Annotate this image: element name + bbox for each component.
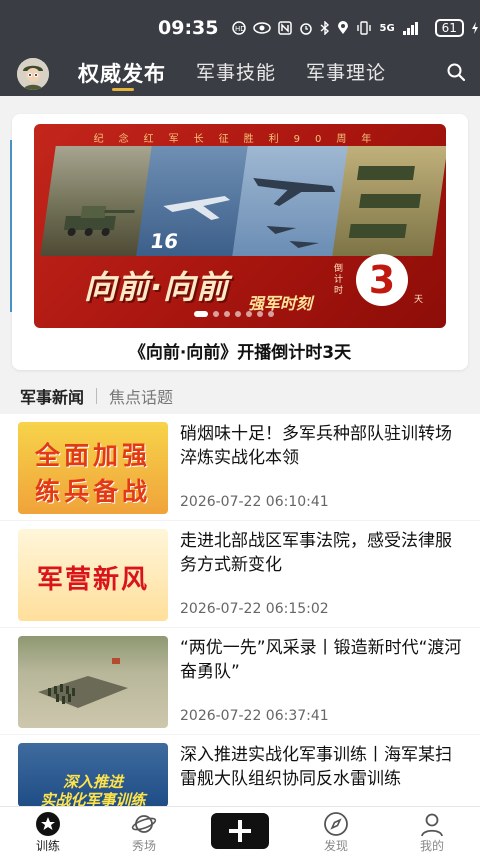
nav-label: 我的 (419, 839, 444, 853)
news-thumbnail (18, 636, 168, 728)
avatar[interactable] (17, 58, 49, 90)
news-title: 走进北部战区军事法院，感受法律服务方式新变化 (180, 531, 452, 575)
soldiers-formation-image (38, 658, 128, 708)
nav-label: 训练 (35, 839, 60, 853)
nav-mine[interactable]: 我的 (384, 807, 480, 854)
news-item[interactable]: 深入推进 实战化军事训练 深入推进实战化军事训练丨海军某扫雷舰大队组织协同反水雷… (0, 735, 480, 807)
thumbnail-text: 练兵备战 (34, 477, 151, 506)
news-thumbnail: 全面加强 练兵备战 (18, 422, 168, 514)
banner-countdown-number: 3 (356, 254, 408, 306)
news-date: 2026-07-22 06:10:41 (180, 494, 329, 510)
nav-showcase[interactable]: 秀场 (96, 807, 192, 854)
star-badge-icon (36, 812, 60, 836)
vibrate-icon (357, 21, 372, 35)
nav-publish[interactable] (192, 807, 288, 854)
thumbnail-text: 全面加强 (34, 441, 151, 470)
svg-text:16: 16 (149, 229, 180, 253)
banner-top-line: 纪念红军长征胜利90周年 (93, 134, 387, 145)
carousel-dots (194, 311, 274, 317)
person-icon (421, 813, 443, 837)
carousel-dot[interactable] (268, 311, 274, 317)
news-item[interactable]: “两优一先”风采录丨锻造新时代“渡河奋勇队” 2026-07-22 06:37:… (0, 628, 480, 734)
banner-image[interactable]: 纪念红军长征胜利90周年 16 向前·向前 强军时刻 倒计时 3 天 (34, 124, 446, 328)
carousel-dot[interactable] (257, 311, 263, 317)
news-title: 深入推进实战化军事训练丨海军某扫雷舰大队组织协同反水雷训练 (180, 745, 452, 789)
news-date: 2026-07-22 06:15:02 (180, 601, 329, 617)
eye-icon (253, 22, 272, 34)
carousel-dot[interactable] (235, 311, 241, 317)
news-thumbnail: 深入推进 实战化军事训练 (18, 743, 168, 807)
news-title: “两优一先”风采录丨锻造新时代“渡河奋勇队” (180, 638, 462, 682)
nav-discover[interactable]: 发现 (288, 807, 384, 854)
header: 权威发布 军事技能 军事理论 (0, 56, 480, 96)
svg-text:HD: HD (235, 25, 246, 33)
charging-icon (471, 22, 478, 34)
carousel-dot[interactable] (246, 311, 252, 317)
nav-label: 秀场 (131, 839, 156, 853)
plus-icon (211, 813, 269, 849)
banner-countdown-label: 倒计时 (334, 264, 344, 296)
alarm-icon (300, 23, 313, 35)
section-tabs: 军事新闻 焦点话题 (20, 384, 173, 408)
bottom-nav: 训练 秀场 发现 我的 (0, 806, 480, 854)
soldier-avatar-icon (17, 58, 49, 90)
status-time: 09:35 (158, 17, 219, 39)
signal-icon (402, 22, 418, 35)
tab-military-theory[interactable]: 军事理论 (306, 58, 386, 88)
bluetooth-icon (321, 21, 330, 35)
thumbnail-text: 深入推进 (62, 773, 123, 791)
status-bar: 09:35 HD 5G 61 (0, 0, 480, 56)
thumbnail-text: 实战化军事训练 (40, 791, 146, 807)
status-icons: HD 5G 61 (232, 19, 478, 37)
tab-authoritative-release[interactable]: 权威发布 (78, 58, 166, 91)
news-date: 2026-07-22 06:37:41 (180, 708, 329, 724)
news-item[interactable]: 全面加强 练兵备战 硝烟味十足！多军兵种部队驻训转场淬炼实战化本领 2026-0… (0, 414, 480, 520)
tab-military-skills[interactable]: 军事技能 (196, 58, 276, 88)
header-tabs: 权威发布 军事技能 军事理论 (78, 58, 386, 91)
carousel-dot[interactable] (224, 311, 230, 317)
nav-training[interactable]: 训练 (0, 807, 96, 854)
tab-military-news[interactable]: 军事新闻 (20, 384, 84, 408)
tab-focus-topics[interactable]: 焦点话题 (109, 384, 173, 408)
top-bar: 09:35 HD 5G 61 权威发布 军事技能 军事理论 (0, 0, 480, 96)
news-item[interactable]: 军营新风 走进北部战区军事法院，感受法律服务方式新变化 2026-07-22 0… (0, 521, 480, 627)
tab-divider (96, 388, 98, 404)
search-icon[interactable] (446, 62, 466, 82)
news-title: 硝烟味十足！多军兵种部队驻训转场淬炼实战化本领 (180, 424, 452, 468)
hd-icon: HD (232, 21, 247, 35)
banner-caption[interactable]: 《向前·向前》开播倒计时3天 (12, 338, 468, 363)
thumbnail-text: 军营新风 (36, 565, 149, 595)
banner-headline: 向前·向前 (84, 268, 230, 306)
network-label: 5G (379, 22, 395, 34)
carousel-dot[interactable] (213, 311, 219, 317)
banner-countdown-unit: 天 (414, 295, 424, 305)
news-thumbnail: 军营新风 (18, 529, 168, 621)
location-icon (338, 21, 349, 34)
nfc-icon (278, 21, 293, 35)
compass-icon (324, 812, 348, 836)
nav-label: 发现 (323, 839, 348, 853)
battery-indicator: 61 (434, 19, 464, 37)
banner-panel-vehicles (332, 146, 446, 256)
carousel-dot[interactable] (194, 311, 208, 317)
planet-icon (131, 815, 157, 833)
